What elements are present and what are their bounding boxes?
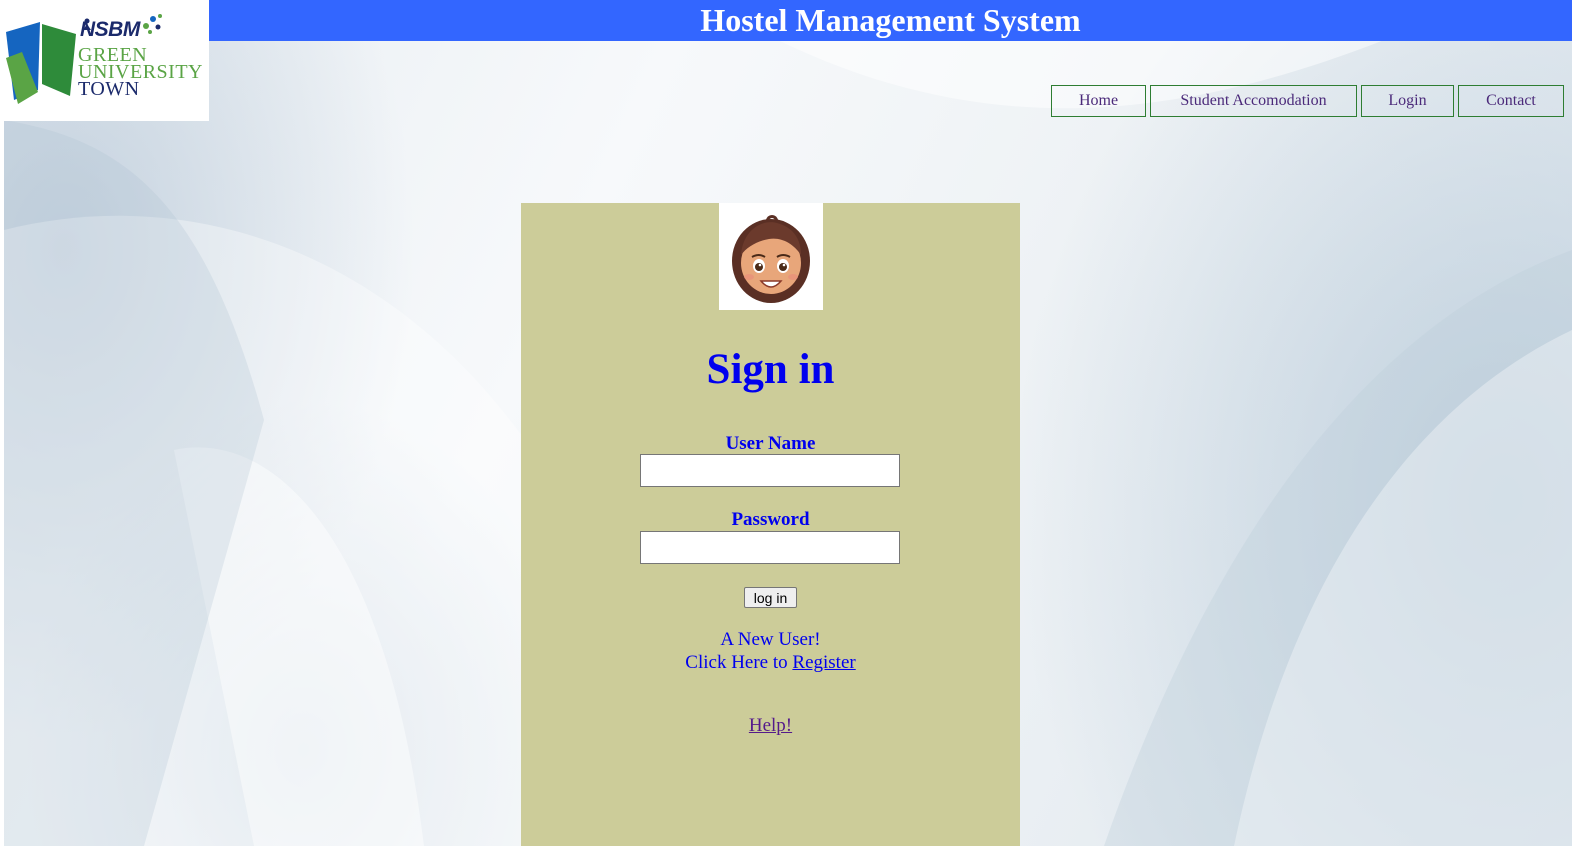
password-input[interactable]	[640, 531, 900, 564]
logo-line-town: TOWN	[78, 78, 140, 100]
page-title: Hostel Management System	[700, 2, 1081, 38]
sign-in-heading: Sign in	[706, 346, 835, 393]
logo-sparkle-icon	[143, 14, 162, 34]
new-user-text: A New User!	[720, 629, 821, 650]
help-link[interactable]: Help!	[749, 715, 792, 736]
register-line: Click Here to Register	[521, 651, 1020, 674]
nav-student-accomodation[interactable]: Student Accomodation	[1150, 85, 1357, 117]
logo-brand: NSBM	[80, 18, 140, 41]
login-panel: Sign in User Name Password log in A New …	[521, 203, 1020, 846]
password-label: Password	[731, 509, 810, 530]
nav-home[interactable]: Home	[1051, 85, 1146, 117]
username-input[interactable]	[640, 454, 900, 487]
title-bar: Hostel Management System	[209, 0, 1572, 41]
register-prefix: Click Here to	[685, 652, 793, 673]
new-user-block: A New User! Click Here to Register	[521, 628, 1020, 674]
logo: NSBM GREEN UNIVERSITY TOWN	[4, 0, 209, 121]
nav-login[interactable]: Login	[1361, 85, 1454, 117]
nav-contact[interactable]: Contact	[1458, 85, 1564, 117]
register-link[interactable]: Register	[792, 652, 855, 673]
logo-mark-icon	[6, 22, 76, 104]
user-avatar-icon	[719, 203, 823, 310]
username-label: User Name	[725, 433, 816, 454]
help-block: Help!	[521, 715, 1020, 737]
login-button[interactable]: log in	[744, 587, 797, 608]
